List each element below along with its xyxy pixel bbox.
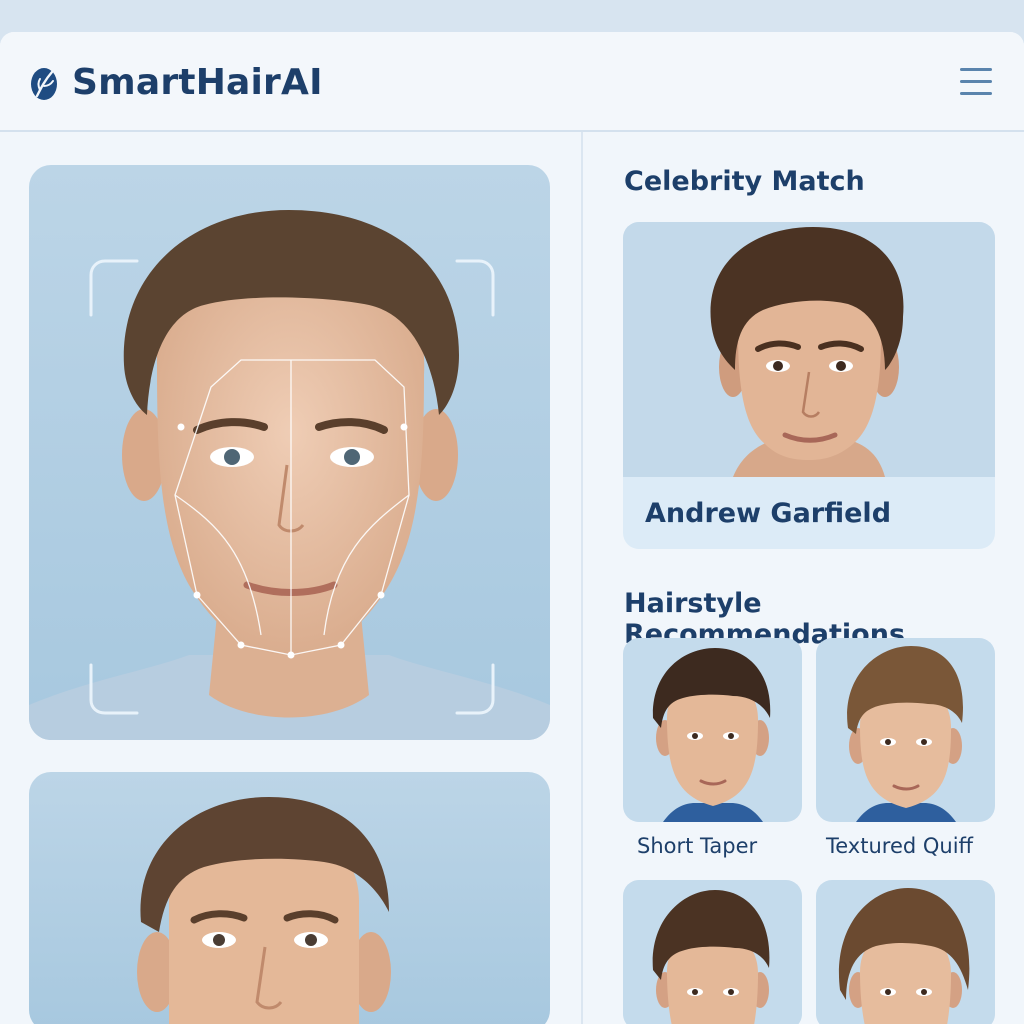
hairstyle-label-textured-quiff: Textured Quiff bbox=[826, 834, 974, 858]
brand-name[interactable]: SmartHairAI bbox=[72, 62, 323, 103]
face-scan-photo bbox=[29, 165, 550, 740]
hairstyle-preview-photo bbox=[29, 772, 550, 1024]
leaf-icon bbox=[31, 68, 57, 100]
celebrity-match-title: Celebrity Match bbox=[624, 166, 865, 197]
hamburger-menu-icon[interactable] bbox=[960, 68, 992, 98]
column-divider bbox=[581, 132, 583, 1024]
celebrity-name: Andrew Garfield bbox=[645, 498, 892, 529]
hairstyle-card-4[interactable] bbox=[816, 880, 995, 1024]
hairstyle-card-short-taper[interactable] bbox=[623, 638, 802, 822]
celebrity-match-card[interactable]: Andrew Garfield bbox=[623, 222, 995, 549]
top-bar: SmartHairAI bbox=[0, 32, 1024, 132]
app-window: SmartHairAI Celebrity Match Andrew Garfi… bbox=[0, 32, 1024, 1024]
hairstyle-label-short-taper: Short Taper bbox=[637, 834, 758, 858]
hairstyle-card-textured-quiff[interactable] bbox=[816, 638, 995, 822]
celebrity-photo bbox=[623, 222, 995, 477]
hairstyle-card-3[interactable] bbox=[623, 880, 802, 1024]
